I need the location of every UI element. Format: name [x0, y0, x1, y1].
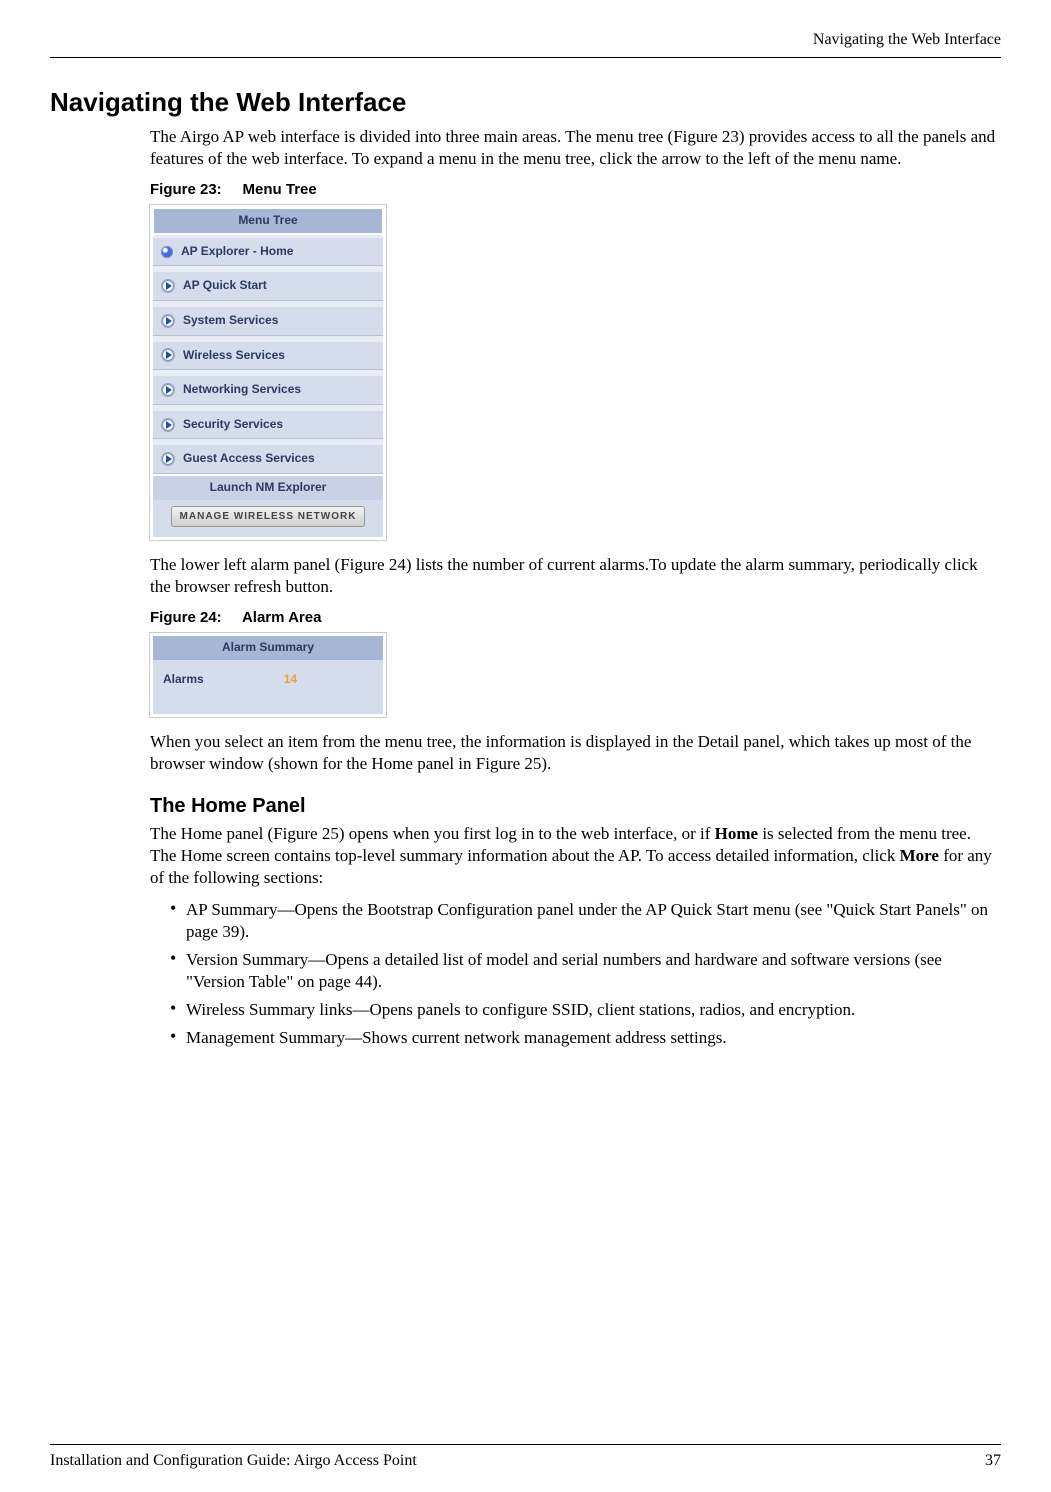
bold-more: More	[900, 846, 939, 865]
menu-item-networking-services[interactable]: Networking Services	[153, 370, 383, 405]
bold-home: Home	[715, 824, 758, 843]
menu-button-row: MANAGE WIRELESS NETWORK	[153, 500, 383, 537]
expand-arrow-icon	[161, 279, 175, 293]
figure-24-title: Alarm Area	[242, 609, 321, 626]
menu-item-ap-explorer-home[interactable]: AP Explorer - Home	[153, 235, 383, 267]
alarm-row: Alarms 14	[153, 660, 383, 714]
section-title: Navigating the Web Interface	[50, 86, 1001, 120]
menu-item-guest-access-services[interactable]: Guest Access Services	[153, 439, 383, 474]
menu-item-label: AP Explorer - Home	[181, 244, 293, 260]
menu-item-label: Guest Access Services	[183, 451, 315, 467]
list-item: Management Summary—Shows current network…	[170, 1027, 1001, 1049]
intro-paragraph: The Airgo AP web interface is divided in…	[150, 126, 1001, 170]
menu-item-label: System Services	[183, 313, 278, 329]
expand-arrow-icon	[161, 452, 175, 466]
footer-left: Installation and Configuration Guide: Ai…	[50, 1451, 417, 1472]
alarm-summary-figure: Alarm Summary Alarms 14	[150, 633, 386, 716]
list-item: Version Summary—Opens a detailed list of…	[170, 949, 1001, 993]
menu-item-ap-quick-start[interactable]: AP Quick Start	[153, 266, 383, 301]
alarm-label: Alarms	[163, 672, 204, 688]
menu-tree-figure: Menu Tree AP Explorer - Home AP Quick St…	[150, 205, 386, 539]
menu-item-label: Wireless Services	[183, 348, 285, 364]
alarm-summary-header: Alarm Summary	[153, 636, 383, 660]
menu-item-system-services[interactable]: System Services	[153, 301, 383, 336]
running-header: Navigating the Web Interface	[50, 30, 1001, 58]
expand-arrow-icon	[161, 383, 175, 397]
figure-24-caption: Figure 24: Alarm Area	[150, 608, 1001, 628]
figure-23-title: Menu Tree	[243, 181, 317, 198]
menu-item-security-services[interactable]: Security Services	[153, 405, 383, 440]
figure-23-caption: Figure 23: Menu Tree	[150, 180, 1001, 200]
footer-page-number: 37	[985, 1451, 1001, 1472]
home-panel-title: The Home Panel	[150, 793, 1001, 819]
home-panel-list: AP Summary—Opens the Bootstrap Configura…	[150, 899, 1001, 1050]
expand-arrow-icon	[161, 348, 175, 362]
expand-arrow-icon	[161, 418, 175, 432]
radio-icon	[161, 246, 173, 258]
menu-item-label: AP Quick Start	[183, 278, 267, 294]
home-panel-intro: The Home panel (Figure 25) opens when yo…	[150, 823, 1001, 889]
manage-wireless-network-button[interactable]: MANAGE WIRELESS NETWORK	[171, 506, 366, 527]
figure-24-label: Figure 24:	[150, 609, 222, 626]
list-item: Wireless Summary links—Opens panels to c…	[170, 999, 1001, 1021]
figure-23-label: Figure 23:	[150, 181, 222, 198]
mid-paragraph: The lower left alarm panel (Figure 24) l…	[150, 554, 1001, 598]
after-alarm-paragraph: When you select an item from the menu tr…	[150, 731, 1001, 775]
menu-item-wireless-services[interactable]: Wireless Services	[153, 336, 383, 371]
page-footer: Installation and Configuration Guide: Ai…	[50, 1444, 1001, 1472]
menu-item-label: Security Services	[183, 417, 283, 433]
list-item: AP Summary—Opens the Bootstrap Configura…	[170, 899, 1001, 943]
expand-arrow-icon	[161, 314, 175, 328]
alarm-count-link[interactable]: 14	[284, 672, 297, 688]
text: The Home panel (Figure 25) opens when yo…	[150, 824, 715, 843]
launch-nm-explorer-header: Launch NM Explorer	[153, 474, 383, 500]
menu-tree-header: Menu Tree	[153, 208, 383, 235]
menu-item-label: Networking Services	[183, 382, 301, 398]
